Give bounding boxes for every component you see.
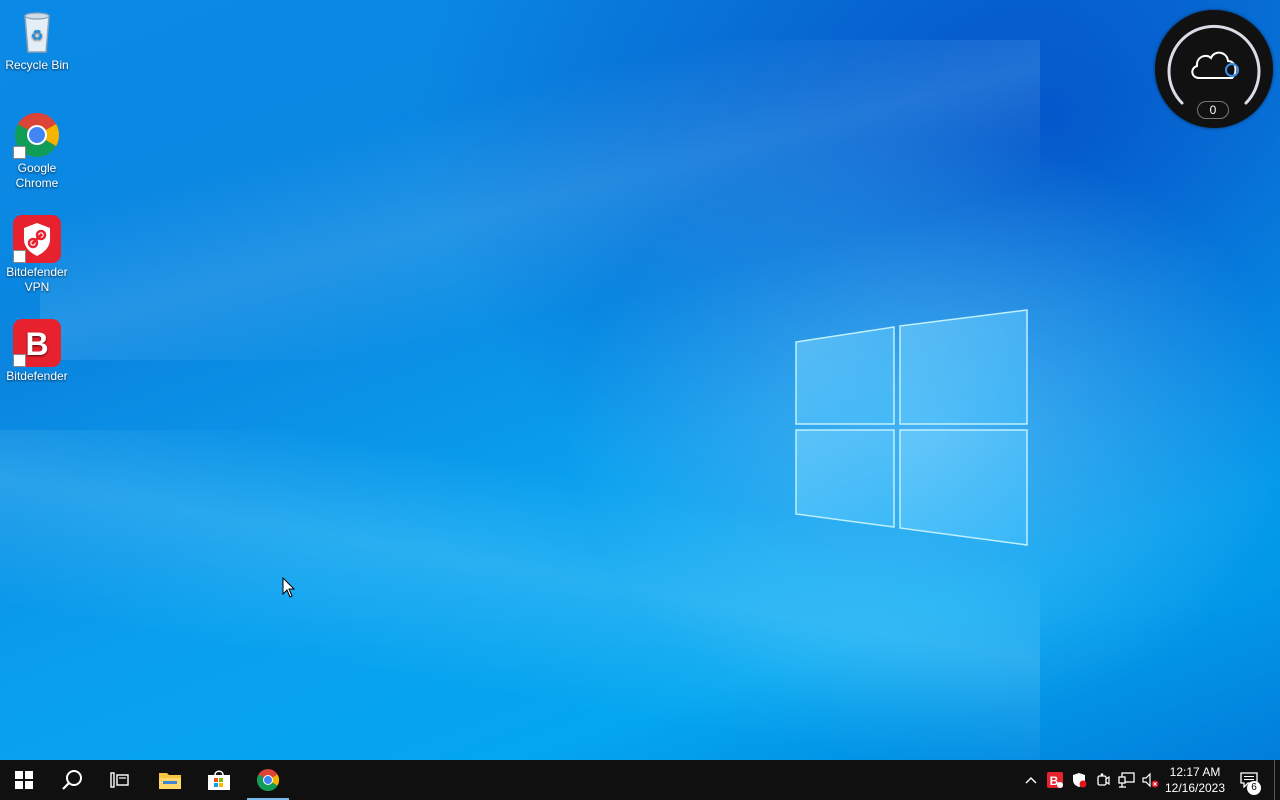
microsoft-store-icon [208,770,230,790]
desktop-icon-bitdefender-vpn[interactable]: Bitdefender VPN [2,215,72,295]
svg-text:B: B [25,326,48,362]
show-desktop-button[interactable] [1274,760,1280,800]
shortcut-arrow-icon [13,354,26,367]
action-center-button[interactable] [1234,760,1264,800]
volume-muted-icon [1142,772,1159,788]
meet-now-icon [1097,773,1110,786]
volume-tray-button[interactable] [1140,760,1162,800]
start-icon [15,771,33,789]
security-tray-button[interactable] [1068,760,1090,800]
chrome-taskbar-button[interactable] [244,760,292,800]
desktop-icon-label: Recycle Bin [5,58,69,72]
desktop-icon-google-chrome[interactable]: Google Chrome [2,111,72,191]
chrome-icon [13,111,61,159]
taskbar-clock[interactable]: 12:17 AM 12/16/2023 [1160,764,1230,796]
chrome-icon [257,769,279,791]
cloud-widget[interactable]: 0 [1155,10,1273,128]
notification-count-badge: 6 [1247,781,1261,795]
windows-logo-wallpaper [795,309,1028,546]
search-icon [62,770,82,790]
widget-count: 0 [1197,101,1229,119]
shortcut-arrow-icon [13,250,26,263]
mouse-cursor-icon [282,577,296,598]
security-shield-icon [1073,773,1087,788]
network-tray-button[interactable] [1116,760,1138,800]
start-button[interactable] [0,760,48,800]
show-hidden-icons-button[interactable] [1020,760,1042,800]
file-explorer-icon [159,773,181,789]
meet-now-tray-button[interactable] [1092,760,1114,800]
desktop-icon-label: Google Chrome [15,161,59,190]
desktop-icon-bitdefender[interactable]: B Bitdefender [2,319,72,384]
network-icon [1118,772,1135,788]
task-view-icon [110,772,129,788]
desktop-icon-label: Bitdefender VPN [6,265,68,294]
bitdefender-vpn-icon [13,215,61,263]
desktop-icon-recycle-bin[interactable]: ♻ Recycle Bin [2,8,72,73]
search-button[interactable] [48,760,96,800]
bitdefender-tray-icon: B [1047,772,1063,788]
microsoft-store-button[interactable] [195,760,243,800]
recycle-bin-icon: ♻ [13,8,61,56]
shortcut-arrow-icon [13,146,26,159]
desktop-icon-label: Bitdefender [6,369,68,383]
chevron-up-icon [1025,777,1037,784]
clock-time: 12:17 AM [1169,765,1221,779]
file-explorer-button[interactable] [146,760,194,800]
bitdefender-icon: B [13,319,61,367]
clock-date: 12/16/2023 [1164,781,1226,795]
task-view-button[interactable] [96,760,144,800]
bitdefender-tray-button[interactable]: B [1044,760,1066,800]
taskbar: B 12:17 AM 12/16/2023 [0,760,1280,800]
cloud-sync-icon [1191,51,1239,79]
svg-text:♻: ♻ [31,28,44,44]
